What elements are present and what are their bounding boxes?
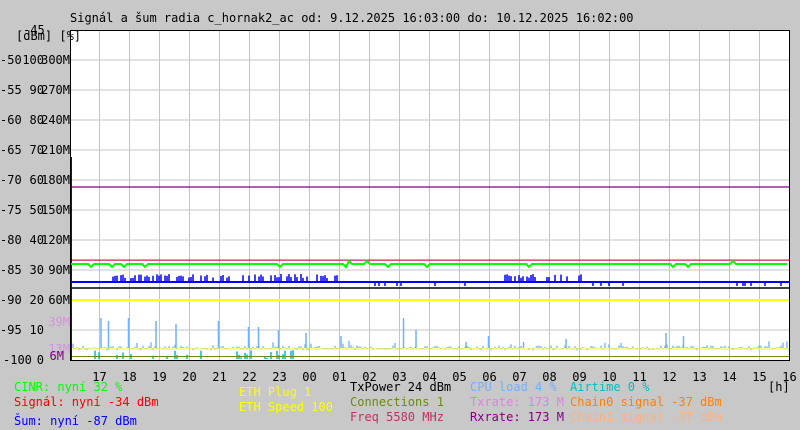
y-tick-dbm: -50: [0, 53, 22, 67]
legend-eth-speed: ETH Speed 100: [239, 400, 333, 414]
legend-signal: Signál: nyní -34 dBm: [14, 395, 159, 409]
y-tick-dbm: -75: [0, 203, 22, 217]
y-tick-dbm: -80: [0, 233, 22, 247]
legend-airtime: Airtime 0 %: [570, 380, 650, 394]
y-tick-mbit: 240M: [41, 113, 70, 127]
x-tick-label: 14: [722, 370, 736, 384]
x-tick-label: 12: [662, 370, 676, 384]
y-axis-header: [dBm] [%]: [16, 29, 81, 43]
x-tick-label: 15: [752, 370, 766, 384]
legend-chain1: Chain1 signal -37 dBm: [570, 410, 722, 424]
y-tick-mbit: 60M: [48, 293, 70, 307]
y-tick-mbit: 180M: [41, 173, 70, 187]
x-tick-label: 22: [242, 370, 256, 384]
legend-eth-plug: ETH Plug 1: [239, 385, 311, 399]
y-tick-dbm: -55: [0, 83, 22, 97]
y-tick-dbm: -70: [0, 173, 22, 187]
y-tick-dbm: -90: [0, 293, 22, 307]
y-tick-percent: 10: [30, 323, 44, 337]
y-tick-percent: 30: [30, 263, 44, 277]
y-tick-mbit: 90M: [48, 263, 70, 277]
y-tick-extra: 6M: [50, 349, 64, 363]
legend-cpu: CPU load 4 %: [470, 380, 557, 394]
legend-chain0: Chain0 signal -37 dBm: [570, 395, 722, 409]
y-tick-dbm: -60: [0, 113, 22, 127]
x-tick-label: 05: [452, 370, 466, 384]
legend: CINR: nyní 32 % Signál: nyní -34 dBm Šum…: [14, 380, 722, 428]
y-tick-mbit: 120M: [41, 233, 70, 247]
legend-noise: Šum: nyní -87 dBm: [14, 413, 137, 428]
y-tick-mbit: 150M: [41, 203, 70, 217]
x-tick-label: 00: [302, 370, 316, 384]
y-tick-percent: 20: [30, 293, 44, 307]
x-tick-label: 01: [332, 370, 346, 384]
y-tick-extra: 39M: [48, 315, 70, 329]
x-tick-label: 13: [692, 370, 706, 384]
x-tick-label: 20: [182, 370, 196, 384]
y-ticks: -45-50-55-60-65-70-75-80-85-90-95-100100…: [0, 23, 70, 367]
x-tick-label: 21: [212, 370, 226, 384]
legend-freq: Freq 5580 MHz: [350, 410, 444, 424]
legend-txrate: Txrate: 173 M: [470, 395, 564, 409]
y-tick-mbit: 270M: [41, 83, 70, 97]
y-tick-percent: 0: [37, 353, 44, 367]
y-tick-dbm: -95: [0, 323, 22, 337]
legend-connections: Connections 1: [350, 395, 444, 409]
chart-title: Signál a šum radia c_hornak2_ac od: 9.12…: [70, 11, 634, 25]
x-tick-label: 23: [272, 370, 286, 384]
legend-rxrate: Rxrate: 173 M: [470, 410, 564, 424]
x-tick-label: 19: [152, 370, 166, 384]
legend-txpower: TxPower 24 dBm: [350, 380, 451, 394]
y-tick-dbm: -65: [0, 143, 22, 157]
x-tick-label: 18: [122, 370, 136, 384]
y-tick-mbit: 300M: [41, 53, 70, 67]
x-axis-label: [h]: [768, 380, 790, 394]
legend-cinr: CINR: nyní 32 %: [14, 380, 123, 394]
chart-svg: Signál a šum radia c_hornak2_ac od: 9.12…: [0, 11, 797, 428]
y-tick-dbm: -100: [3, 353, 32, 367]
y-tick-dbm: -85: [0, 263, 22, 277]
y-tick-mbit: 210M: [41, 143, 70, 157]
